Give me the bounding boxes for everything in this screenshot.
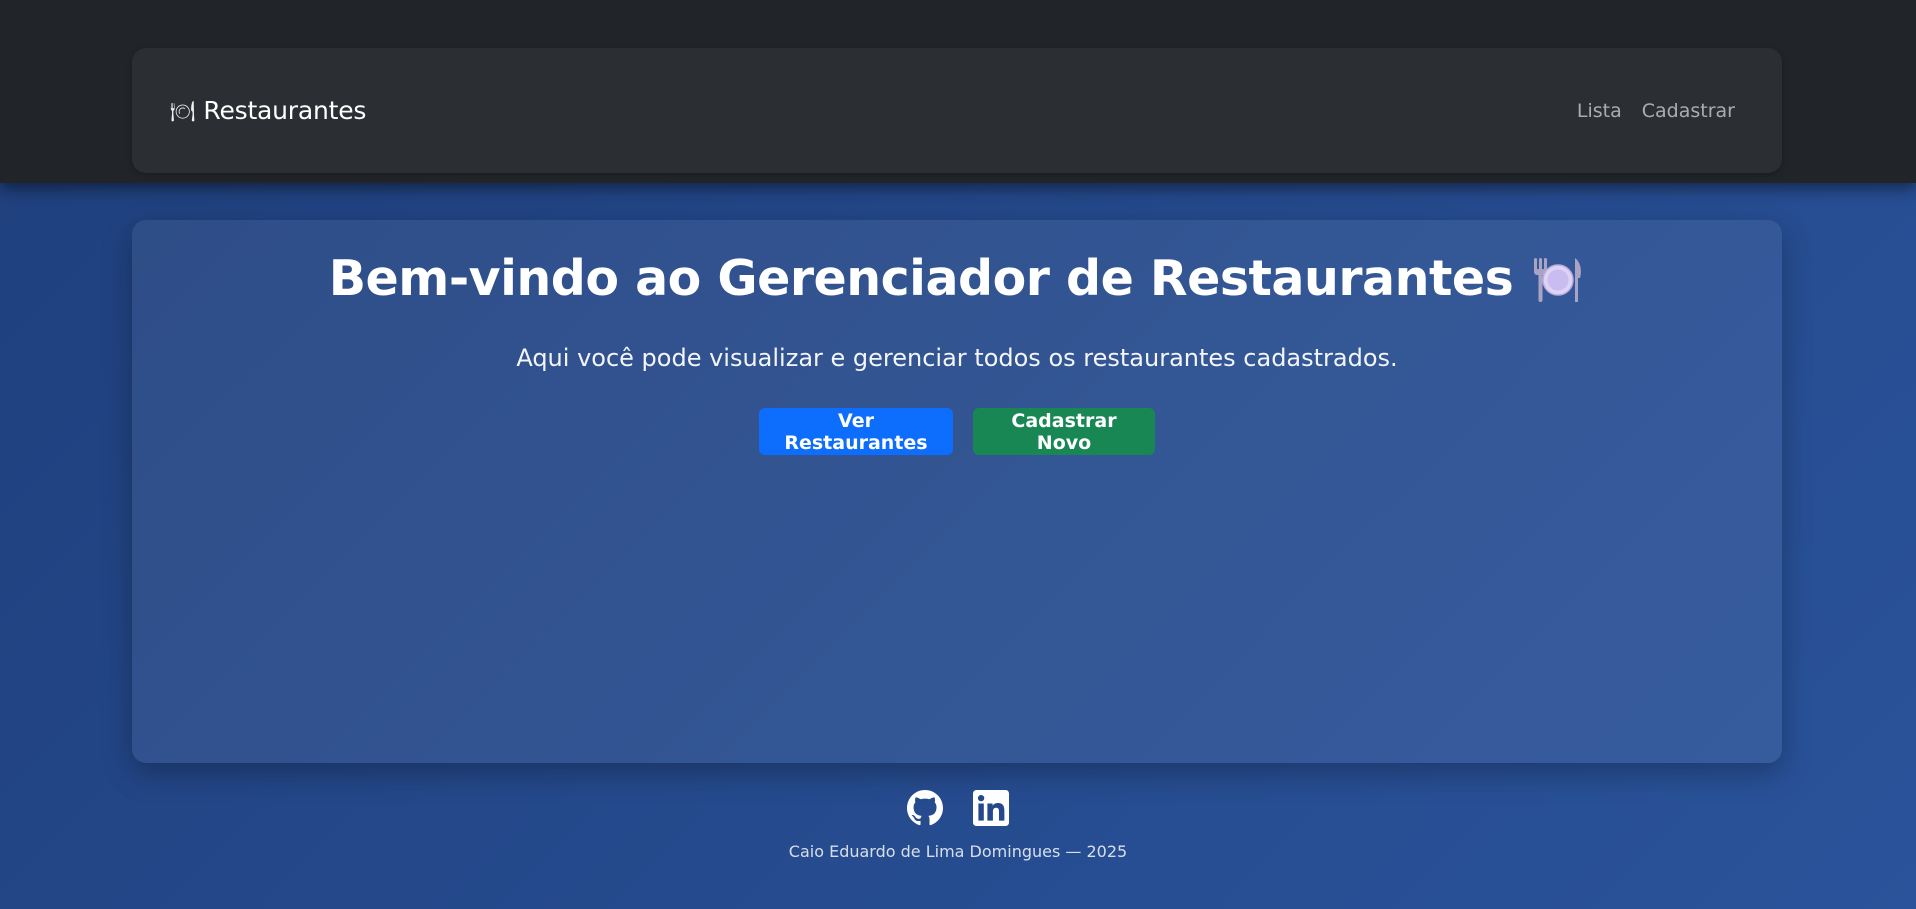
hero-subtitle: Aqui você pode visualizar e gerenciar to… [516,344,1398,372]
page-title: Bem-vindo ao Gerenciador de Restaurantes [328,250,1514,307]
hero-title-row: Bem-vindo ao Gerenciador de Restaurantes [132,250,1782,307]
plate-with-cutlery-icon: 🍽 [170,98,196,123]
nav-links: Lista Cadastrar [1577,48,1735,173]
linkedin-link[interactable] [972,790,1010,830]
github-icon [907,790,943,830]
hero-card: Bem-vindo ao Gerenciador de Restaurantes… [132,220,1782,763]
brand-link[interactable]: 🍽 Restaurantes [170,48,366,173]
top-band: 🍽 Restaurantes Lista Cadastrar [0,0,1916,183]
nav-link-lista[interactable]: Lista [1577,100,1622,122]
register-new-button[interactable]: Cadastrar Novo [973,408,1155,455]
footer: Caio Eduardo de Lima Domingues — 2025 [0,790,1916,861]
social-links [0,790,1916,830]
view-restaurants-button[interactable]: Ver Restaurantes [759,408,953,455]
plate-with-cutlery-icon [1531,254,1585,304]
footer-credit: Caio Eduardo de Lima Domingues — 2025 [788,842,1128,861]
github-link[interactable] [906,790,944,830]
hero-actions: Ver Restaurantes Cadastrar Novo [132,408,1782,455]
brand-text: Restaurantes [203,96,367,125]
navbar: 🍽 Restaurantes Lista Cadastrar [132,48,1782,173]
nav-link-cadastrar[interactable]: Cadastrar [1642,100,1735,122]
linkedin-icon [973,790,1009,830]
